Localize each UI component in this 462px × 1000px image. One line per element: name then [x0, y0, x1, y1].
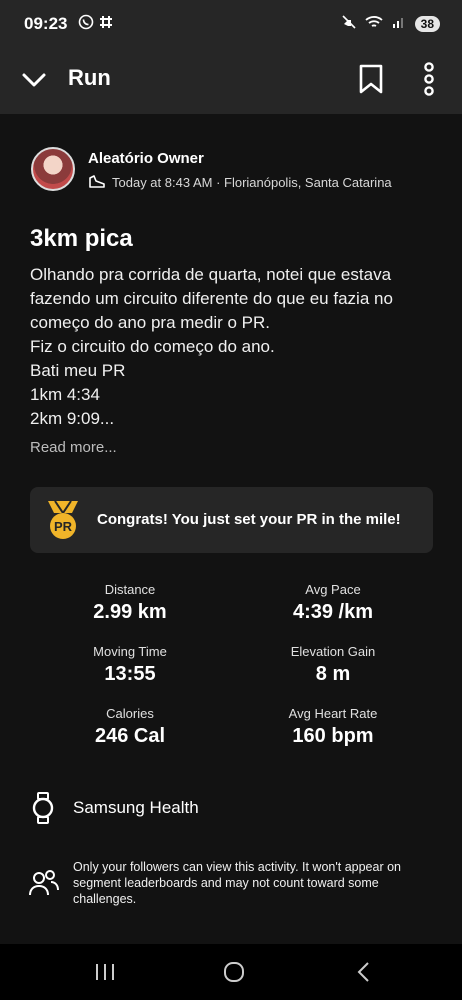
- avatar[interactable]: [31, 147, 75, 191]
- read-more-link[interactable]: Read more...: [30, 439, 117, 456]
- stat-avg-heart-rate: Avg Heart Rate 160 bpm: [233, 706, 433, 748]
- signal-icon: [391, 14, 407, 33]
- activity-meta-text: Today at 8:43 AM · Florianópolis, Santa …: [112, 174, 392, 190]
- pr-card[interactable]: PR Congrats! You just set your PR in the…: [30, 487, 433, 553]
- status-left-icons: [78, 14, 114, 33]
- stat-value: 8 m: [315, 663, 351, 685]
- stat-label: Calories: [106, 706, 154, 721]
- followers-icon: [29, 870, 59, 896]
- system-nav-bar: [0, 944, 462, 1000]
- privacy-notice: Only your followers can view this activi…: [28, 859, 413, 907]
- pr-text: Congrats! You just set your PR in the mi…: [97, 511, 401, 528]
- description-line: fazendo um circuito diferente do que eu …: [30, 289, 393, 308]
- home-icon[interactable]: [222, 960, 246, 984]
- description-line: Fiz o circuito do começo do ano.: [30, 337, 275, 356]
- wifi-icon: [365, 14, 383, 33]
- activity-title: 3km pica: [30, 225, 133, 252]
- activity-content: Aleatório Owner Today at 8:43 AM · Flori…: [0, 114, 462, 942]
- owner-name[interactable]: Aleatório Owner: [88, 150, 204, 167]
- activity-description: Olhando pra corrida de quarta, notei que…: [30, 263, 440, 431]
- bookmark-icon[interactable]: [358, 64, 384, 94]
- description-line: 1km 4:34: [30, 385, 100, 404]
- stat-label: Moving Time: [93, 644, 167, 659]
- stat-label: Elevation Gain: [290, 644, 376, 659]
- stat-label: Avg Pace: [305, 582, 361, 597]
- device-name: Samsung Health: [73, 798, 199, 817]
- stat-moving-time: Moving Time 13:55: [30, 644, 230, 686]
- device-row[interactable]: Samsung Health: [30, 792, 199, 824]
- page-title: Run: [68, 65, 111, 90]
- recent-apps-icon[interactable]: [93, 960, 117, 984]
- chevron-down-icon[interactable]: [20, 66, 48, 94]
- stat-distance: Distance 2.99 km: [30, 582, 230, 624]
- status-bar: 09:23 38: [0, 0, 462, 48]
- stat-value: 2.99 km: [93, 601, 167, 623]
- stat-avg-pace: Avg Pace 4:39 /km: [233, 582, 433, 624]
- mute-icon: [341, 14, 357, 33]
- stat-value: 13:55: [104, 663, 156, 685]
- privacy-text: Only your followers can view this activi…: [73, 860, 401, 906]
- back-icon[interactable]: [352, 960, 376, 984]
- stat-calories: Calories 246 Cal: [30, 706, 230, 748]
- status-right: 38: [341, 14, 440, 33]
- more-vertical-icon[interactable]: [418, 62, 440, 96]
- stat-value: 4:39 /km: [292, 601, 374, 623]
- description-line: 2km 9:09...: [30, 409, 115, 428]
- pr-badge-text: PR: [54, 519, 73, 534]
- slack-icon: [98, 14, 114, 33]
- pr-medal-icon: PR: [48, 500, 78, 539]
- app-bar: Run: [0, 48, 462, 114]
- stat-value: 160 bpm: [292, 725, 374, 747]
- whatsapp-icon: [78, 14, 94, 33]
- description-line: Olhando pra corrida de quarta, notei que…: [30, 265, 392, 284]
- status-time: 09:23: [24, 14, 68, 33]
- stat-elevation-gain: Elevation Gain 8 m: [233, 644, 433, 686]
- description-line: Bati meu PR: [30, 361, 126, 380]
- stat-label: Distance: [104, 582, 156, 597]
- shoe-icon: [89, 175, 105, 188]
- battery-indicator: 38: [414, 15, 440, 32]
- stat-label: Avg Heart Rate: [288, 706, 378, 721]
- stat-value: 246 Cal: [94, 725, 166, 747]
- watch-icon: [32, 792, 54, 824]
- description-line: começo do ano pra medir o PR.: [30, 313, 271, 332]
- activity-meta: Today at 8:43 AM · Florianópolis, Santa …: [88, 174, 392, 190]
